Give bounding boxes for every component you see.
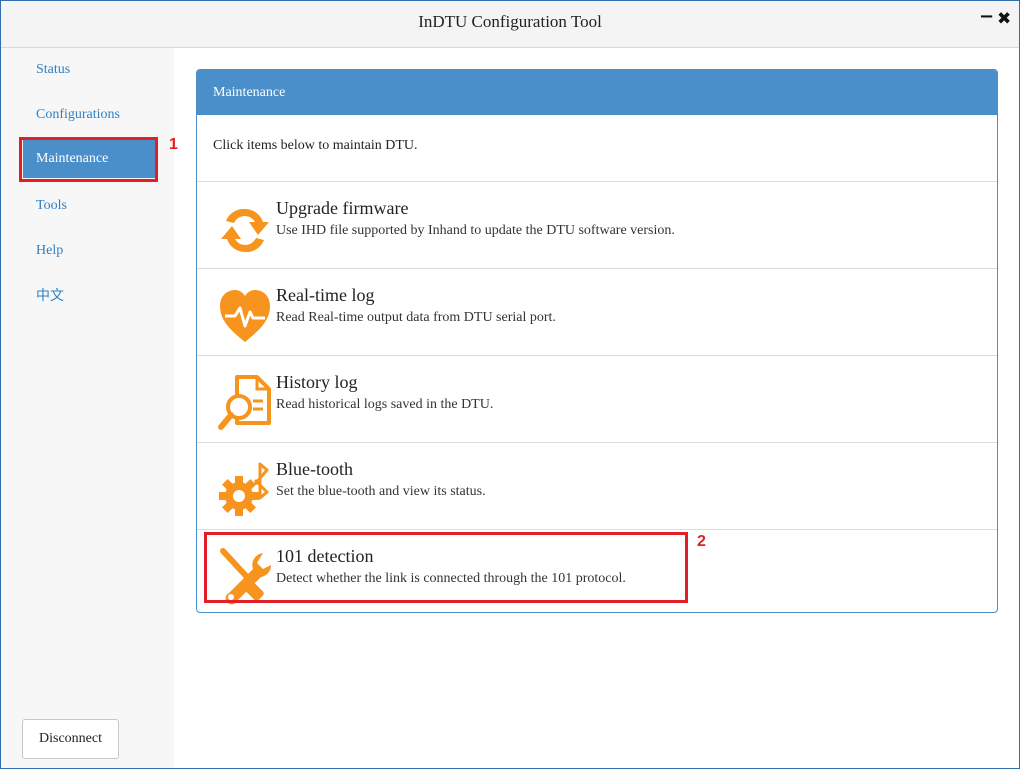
sidebar-item-chinese[interactable]: 中文 <box>23 278 157 316</box>
panel-header: Maintenance <box>197 70 997 115</box>
item-title: Real-time log <box>276 285 375 305</box>
document-search-icon <box>218 375 271 430</box>
list-item-bluetooth[interactable]: Blue-tooth Set the blue-tooth and view i… <box>197 443 997 530</box>
minimize-button[interactable]: − <box>979 6 994 27</box>
disconnect-button[interactable]: Disconnect <box>22 719 119 759</box>
sidebar-item-configurations[interactable]: Configurations <box>23 96 157 134</box>
sidebar-item-help[interactable]: Help <box>23 232 157 270</box>
sidebar-item-tools[interactable]: Tools <box>23 187 157 225</box>
item-description: Read Real-time output data from DTU seri… <box>276 310 556 325</box>
item-title: Upgrade firmware <box>276 198 409 218</box>
annotation-box-1 <box>19 137 158 182</box>
close-button[interactable]: ✖ <box>997 9 1011 29</box>
item-title: History log <box>276 372 358 392</box>
list-item-upgrade-firmware[interactable]: Upgrade firmware Use IHD file supported … <box>197 182 997 269</box>
list-item-realtime-log[interactable]: Real-time log Read Real-time output data… <box>197 269 997 356</box>
item-description: Use IHD file supported by Inhand to upda… <box>276 223 675 238</box>
item-description: Set the blue-tooth and view its status. <box>276 484 486 499</box>
item-description: Read historical logs saved in the DTU. <box>276 397 494 412</box>
refresh-icon <box>221 208 269 253</box>
panel-intro: Click items below to maintain DTU. <box>197 115 997 182</box>
list-item-history-log[interactable]: History log Read historical logs saved i… <box>197 356 997 443</box>
item-title: Blue-tooth <box>276 459 353 479</box>
bluetooth-gear-icon <box>219 462 269 516</box>
window-title: InDTU Configuration Tool <box>418 12 602 31</box>
heartbeat-icon <box>220 290 270 342</box>
title-bar: InDTU Configuration Tool − ✖ <box>1 1 1019 48</box>
annotation-number-1: 1 <box>169 136 178 153</box>
annotation-number-2: 2 <box>697 533 706 550</box>
annotation-box-2 <box>204 532 688 603</box>
sidebar-item-status[interactable]: Status <box>23 51 157 89</box>
